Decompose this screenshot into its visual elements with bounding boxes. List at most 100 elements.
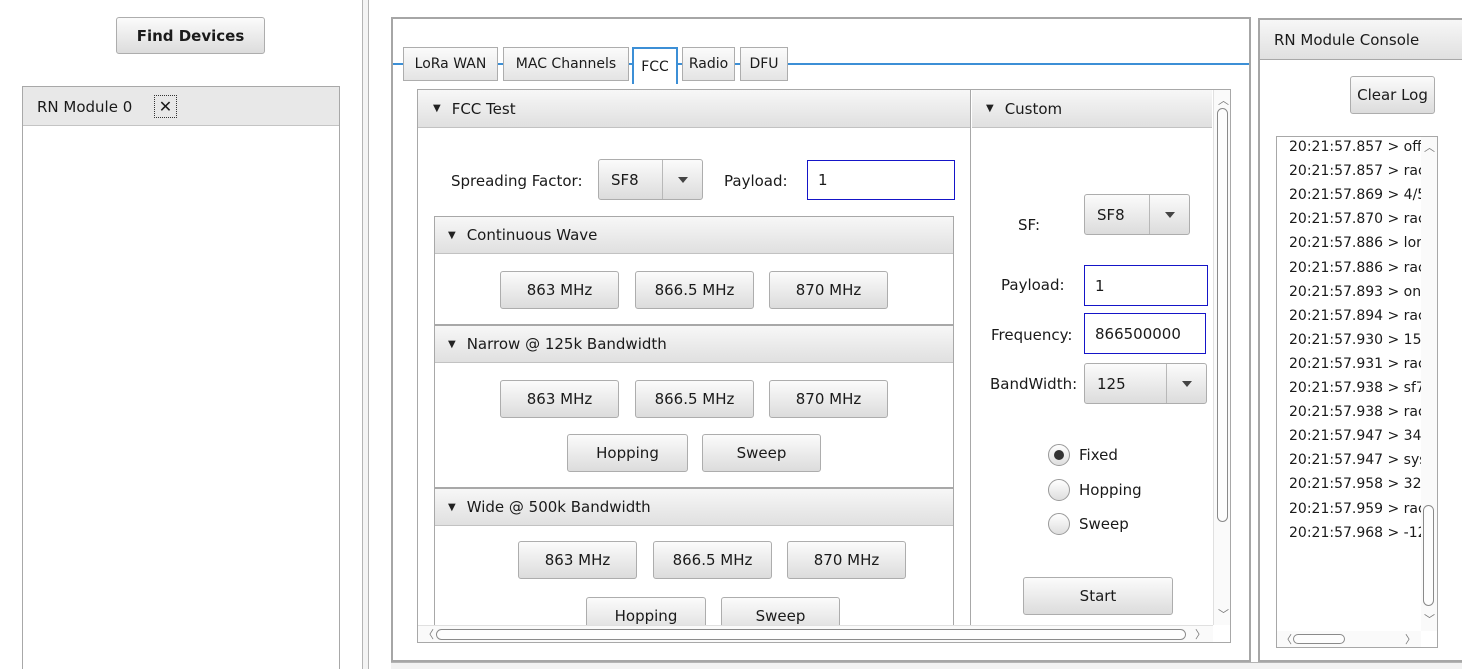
fcc-horizontal-scrollbar[interactable]: 〈 〉 xyxy=(418,625,1213,642)
device-item[interactable]: RN Module 0 ✕ xyxy=(23,87,339,126)
sf-select[interactable]: SF8 xyxy=(1084,194,1190,235)
radio-fixed-indicator[interactable] xyxy=(1048,444,1070,466)
main-bottom-bar xyxy=(391,662,1462,669)
narrow-863-button[interactable]: 863 MHz xyxy=(500,380,619,418)
console-log-list: 20:21:57.857 > off 20:21:57.857 > rac 20:2… xyxy=(1276,136,1438,648)
custom-header[interactable]: ▼ Custom xyxy=(972,90,1212,128)
continuous-wave-header[interactable]: ▼ Continuous Wave xyxy=(435,217,953,254)
log-scroll-thumb[interactable] xyxy=(1423,505,1434,606)
wide-870-button[interactable]: 870 MHz xyxy=(787,541,906,579)
log-line: 20:21:57.930 > 15( xyxy=(1289,331,1427,348)
chevron-down-icon[interactable] xyxy=(1166,364,1206,403)
narrow-hopping-button[interactable]: Hopping xyxy=(567,434,688,472)
radio-fixed[interactable]: Fixed xyxy=(1048,444,1118,466)
log-line: 20:21:57.938 > sf7 xyxy=(1289,380,1425,396)
log-vertical-scrollbar[interactable]: ︿ ﹀ xyxy=(1421,137,1437,631)
wide-section: ▼ Wide @ 500k Bandwidth 863 MHz 866.5 MH… xyxy=(434,488,954,642)
console-title: RN Module Console xyxy=(1274,30,1420,49)
log-horizontal-scrollbar[interactable]: 〈 〉 xyxy=(1277,631,1421,647)
radio-hopping-indicator[interactable] xyxy=(1048,479,1070,501)
scroll-up-icon[interactable]: ︿ xyxy=(1424,139,1435,155)
payload-input[interactable]: 1 xyxy=(807,160,955,200)
log-line: 20:21:57.869 > 4/5 xyxy=(1289,187,1427,204)
radio-sweep-indicator[interactable] xyxy=(1048,513,1070,535)
narrow-title: Narrow @ 125k Bandwidth xyxy=(466,335,667,353)
spreading-factor-select[interactable]: SF8 xyxy=(598,159,703,200)
payload-label: Payload: xyxy=(724,172,788,190)
main-tab-pane: LoRa WAN MAC Channels FCC Radio DFU ▼ FC… xyxy=(391,17,1251,662)
custom-panel: ▼ Custom SF: SF8 Payload: 1 Frequency: 8… xyxy=(972,90,1212,642)
wide-title: Wide @ 500k Bandwidth xyxy=(466,498,651,516)
spreading-factor-value: SF8 xyxy=(611,170,639,189)
tab-fcc[interactable]: FCC xyxy=(632,47,678,84)
scroll-down-icon[interactable]: ﹀ xyxy=(1218,606,1229,622)
wide-header[interactable]: ▼ Wide @ 500k Bandwidth xyxy=(435,489,953,526)
scroll-down-icon[interactable]: ﹀ xyxy=(1424,611,1435,627)
narrow-sweep-button[interactable]: Sweep xyxy=(702,434,821,472)
fcc-test-header[interactable]: ▼ FCC Test xyxy=(418,90,970,128)
continuous-wave-title: Continuous Wave xyxy=(466,226,598,244)
scroll-left-icon[interactable]: 〈 xyxy=(1281,631,1292,647)
fcc-test-panel: ▼ FCC Test Spreading Factor: SF8 Payload… xyxy=(418,90,971,642)
chevron-down-icon[interactable] xyxy=(662,160,702,199)
console-header: RN Module Console xyxy=(1260,20,1462,60)
log-line: 20:21:57.938 > rac xyxy=(1289,404,1426,421)
sf-label: SF: xyxy=(1018,216,1041,234)
cw-863-button[interactable]: 863 MHz xyxy=(500,271,619,309)
log-line: 20:21:57.857 > rac xyxy=(1289,163,1426,180)
tab-mac-channels[interactable]: MAC Channels xyxy=(503,47,629,81)
fcc-scroll-area: ▼ FCC Test Spreading Factor: SF8 Payload… xyxy=(417,89,1231,643)
spreading-factor-label: Spreading Factor: xyxy=(451,172,583,190)
splitter[interactable] xyxy=(362,0,369,669)
h-scroll-thumb[interactable] xyxy=(436,629,1186,640)
collapse-arrow-icon: ▼ xyxy=(448,338,456,350)
scroll-left-icon[interactable]: 〈 xyxy=(423,626,434,642)
find-devices-button[interactable]: Find Devices xyxy=(116,17,265,54)
log-line: 20:21:57.894 > rac xyxy=(1289,307,1426,324)
collapse-arrow-icon: ▼ xyxy=(433,103,441,114)
tab-radio[interactable]: Radio xyxy=(682,47,735,81)
frequency-input[interactable]: 866500000 xyxy=(1084,313,1206,354)
log-line: 20:21:57.931 > rac xyxy=(1289,355,1426,372)
chevron-down-icon[interactable] xyxy=(1149,195,1189,234)
log-h-scroll-thumb[interactable] xyxy=(1293,634,1345,644)
log-line: 20:21:57.870 > rac xyxy=(1289,211,1426,228)
narrow-866-5-button[interactable]: 866.5 MHz xyxy=(635,380,754,418)
wide-863-button[interactable]: 863 MHz xyxy=(518,541,637,579)
log-line: 20:21:57.968 > -12 xyxy=(1289,524,1427,541)
tab-lora-wan[interactable]: LoRa WAN xyxy=(403,47,498,81)
narrow-870-button[interactable]: 870 MHz xyxy=(769,380,888,418)
tab-dfu[interactable]: DFU xyxy=(740,47,788,81)
custom-payload-input[interactable]: 1 xyxy=(1084,265,1208,306)
fcc-vertical-scrollbar[interactable]: ︿ ﹀ xyxy=(1213,90,1230,625)
narrow-header[interactable]: ▼ Narrow @ 125k Bandwidth xyxy=(435,326,953,363)
collapse-arrow-icon: ▼ xyxy=(448,229,456,241)
custom-payload-label: Payload: xyxy=(1001,276,1065,294)
log-line: 20:21:57.893 > on xyxy=(1289,283,1422,300)
radio-sweep[interactable]: Sweep xyxy=(1048,513,1129,535)
left-panel: Find Devices RN Module 0 ✕ xyxy=(0,0,362,669)
continuous-wave-section: ▼ Continuous Wave 863 MHz 866.5 MHz 870 … xyxy=(434,216,954,325)
cw-866-5-button[interactable]: 866.5 MHz xyxy=(635,271,754,309)
scroll-right-icon[interactable]: 〉 xyxy=(1195,626,1206,642)
scroll-right-icon[interactable]: 〉 xyxy=(1405,631,1416,647)
console-pane: RN Module Console Clear Log 20:21:57.857… xyxy=(1258,18,1462,662)
radio-sweep-label: Sweep xyxy=(1079,515,1129,533)
collapse-arrow-icon: ▼ xyxy=(448,501,456,513)
wide-866-5-button[interactable]: 866.5 MHz xyxy=(653,541,772,579)
start-button[interactable]: Start xyxy=(1023,577,1173,615)
log-line: 20:21:57.857 > off xyxy=(1289,139,1422,155)
clear-log-button[interactable]: Clear Log xyxy=(1350,76,1435,114)
scroll-thumb[interactable] xyxy=(1217,108,1228,522)
log-line: 20:21:57.958 > 32( xyxy=(1289,476,1427,493)
scroll-up-icon[interactable]: ︿ xyxy=(1218,92,1229,108)
log-line: 20:21:57.947 > sys xyxy=(1289,452,1427,469)
close-icon[interactable]: ✕ xyxy=(154,95,177,118)
log-line: 20:21:57.959 > rac xyxy=(1289,500,1426,517)
bandwidth-value: 125 xyxy=(1097,374,1126,393)
bandwidth-select[interactable]: 125 xyxy=(1084,363,1207,404)
radio-hopping[interactable]: Hopping xyxy=(1048,479,1142,501)
cw-870-button[interactable]: 870 MHz xyxy=(769,271,888,309)
log-line: 20:21:57.947 > 34 xyxy=(1289,428,1422,445)
radio-hopping-label: Hopping xyxy=(1079,481,1142,499)
